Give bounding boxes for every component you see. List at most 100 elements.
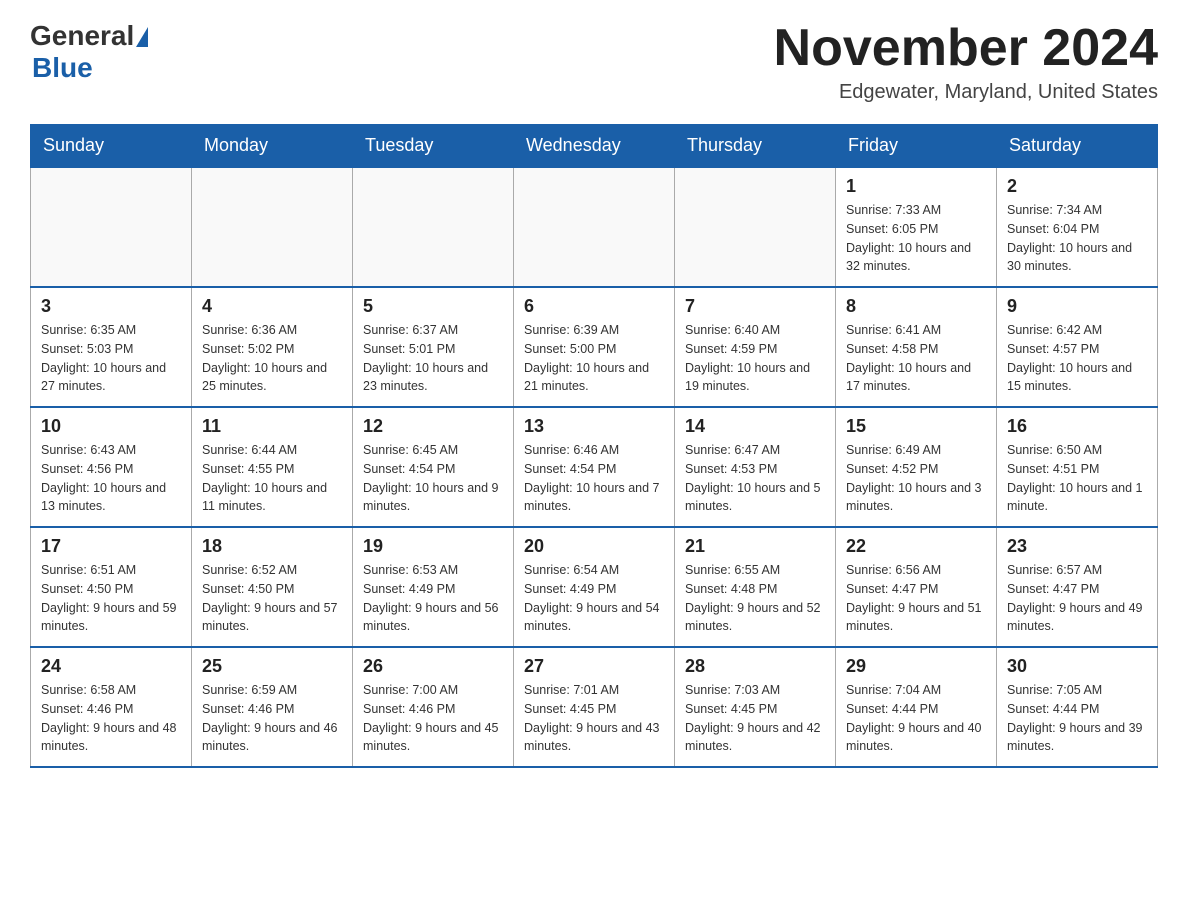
cell-info: Sunrise: 6:36 AMSunset: 5:02 PMDaylight:… [202,321,342,396]
calendar-cell: 8Sunrise: 6:41 AMSunset: 4:58 PMDaylight… [836,287,997,407]
cell-day-number: 23 [1007,536,1147,557]
cell-day-number: 7 [685,296,825,317]
calendar-cell: 6Sunrise: 6:39 AMSunset: 5:00 PMDaylight… [514,287,675,407]
calendar-cell [353,167,514,287]
cell-day-number: 13 [524,416,664,437]
cell-info: Sunrise: 6:57 AMSunset: 4:47 PMDaylight:… [1007,561,1147,636]
cell-info: Sunrise: 6:59 AMSunset: 4:46 PMDaylight:… [202,681,342,756]
cell-day-number: 26 [363,656,503,677]
cell-day-number: 15 [846,416,986,437]
cell-info: Sunrise: 7:34 AMSunset: 6:04 PMDaylight:… [1007,201,1147,276]
weekday-header-row: SundayMondayTuesdayWednesdayThursdayFrid… [31,125,1158,168]
weekday-header-tuesday: Tuesday [353,125,514,168]
cell-info: Sunrise: 6:47 AMSunset: 4:53 PMDaylight:… [685,441,825,516]
cell-day-number: 3 [41,296,181,317]
cell-info: Sunrise: 6:53 AMSunset: 4:49 PMDaylight:… [363,561,503,636]
weekday-header-monday: Monday [192,125,353,168]
cell-day-number: 22 [846,536,986,557]
calendar-cell: 2Sunrise: 7:34 AMSunset: 6:04 PMDaylight… [997,167,1158,287]
cell-info: Sunrise: 6:51 AMSunset: 4:50 PMDaylight:… [41,561,181,636]
calendar-cell: 3 Sunrise: 6:35 AMSunset: 5:03 PMDaylight… [31,287,192,407]
calendar-cell: 30Sunrise: 7:05 AMSunset: 4:44 PMDayligh… [997,647,1158,767]
cell-day-number: 24 [41,656,181,677]
location: Edgewater, Maryland, United States [774,81,1158,104]
weekday-header-wednesday: Wednesday [514,125,675,168]
cell-day-number: 16 [1007,416,1147,437]
cell-info: Sunrise: 6:49 AMSunset: 4:52 PMDaylight:… [846,441,986,516]
calendar-cell: 13 Sunrise: 6:46 AMSunset: 4:54 PMDayligh… [514,407,675,527]
calendar-cell: 17 Sunrise: 6:51 AMSunset: 4:50 PMDayligh… [31,527,192,647]
calendar-cell [31,167,192,287]
calendar-cell: 5 Sunrise: 6:37 AMSunset: 5:01 PMDaylight… [353,287,514,407]
cell-info: Sunrise: 6:45 AMSunset: 4:54 PMDaylight:… [363,441,503,516]
cell-day-number: 20 [524,536,664,557]
calendar-cell: 14 Sunrise: 6:47 AMSunset: 4:53 PMDayligh… [675,407,836,527]
cell-info: Sunrise: 6:46 AMSunset: 4:54 PMDaylight:… [524,441,664,516]
cell-day-number: 29 [846,656,986,677]
cell-day-number: 14 [685,416,825,437]
cell-day-number: 27 [524,656,664,677]
cell-info: Sunrise: 6:50 AMSunset: 4:51 PMDaylight:… [1007,441,1147,516]
weekday-header-saturday: Saturday [997,125,1158,168]
calendar-cell: 11 Sunrise: 6:44 AMSunset: 4:55 PMDayligh… [192,407,353,527]
cell-day-number: 5 [363,296,503,317]
calendar-cell: 12 Sunrise: 6:45 AMSunset: 4:54 PMDayligh… [353,407,514,527]
calendar-cell: 19 Sunrise: 6:53 AMSunset: 4:49 PMDayligh… [353,527,514,647]
calendar-cell: 1Sunrise: 7:33 AMSunset: 6:05 PMDaylight… [836,167,997,287]
weekday-header-friday: Friday [836,125,997,168]
calendar-cell: 22 Sunrise: 6:56 AMSunset: 4:47 PMDayligh… [836,527,997,647]
calendar-week-5: 24 Sunrise: 6:58 AMSunset: 4:46 PMDayligh… [31,647,1158,767]
cell-info: Sunrise: 6:56 AMSunset: 4:47 PMDaylight:… [846,561,986,636]
cell-info: Sunrise: 6:43 AMSunset: 4:56 PMDaylight:… [41,441,181,516]
calendar-cell: 29 Sunrise: 7:04 AMSunset: 4:44 PMDayligh… [836,647,997,767]
calendar-week-4: 17 Sunrise: 6:51 AMSunset: 4:50 PMDayligh… [31,527,1158,647]
logo: General Blue [30,20,148,84]
cell-day-number: 25 [202,656,342,677]
cell-day-number: 11 [202,416,342,437]
cell-day-number: 17 [41,536,181,557]
cell-day-number: 8 [846,296,986,317]
calendar-cell: 4 Sunrise: 6:36 AMSunset: 5:02 PMDaylight… [192,287,353,407]
cell-day-number: 4 [202,296,342,317]
calendar-cell [675,167,836,287]
cell-info: Sunrise: 7:01 AMSunset: 4:45 PMDaylight:… [524,681,664,756]
calendar-cell [192,167,353,287]
cell-day-number: 28 [685,656,825,677]
calendar-cell: 10 Sunrise: 6:43 AMSunset: 4:56 PMDayligh… [31,407,192,527]
cell-info: Sunrise: 7:04 AMSunset: 4:44 PMDaylight:… [846,681,986,756]
cell-info: Sunrise: 6:44 AMSunset: 4:55 PMDaylight:… [202,441,342,516]
cell-day-number: 21 [685,536,825,557]
month-title: November 2024 [774,20,1158,77]
cell-info: Sunrise: 6:35 AMSunset: 5:03 PMDaylight:… [41,321,181,396]
calendar-cell: 21 Sunrise: 6:55 AMSunset: 4:48 PMDayligh… [675,527,836,647]
cell-day-number: 6 [524,296,664,317]
calendar-cell: 27 Sunrise: 7:01 AMSunset: 4:45 PMDayligh… [514,647,675,767]
cell-info: Sunrise: 6:37 AMSunset: 5:01 PMDaylight:… [363,321,503,396]
calendar-cell: 18Sunrise: 6:52 AMSunset: 4:50 PMDayligh… [192,527,353,647]
calendar-body: 1Sunrise: 7:33 AMSunset: 6:05 PMDaylight… [31,167,1158,767]
cell-day-number: 1 [846,176,986,197]
title-area: November 2024 Edgewater, Maryland, Unite… [774,20,1158,104]
calendar-cell: 9Sunrise: 6:42 AMSunset: 4:57 PMDaylight… [997,287,1158,407]
cell-info: Sunrise: 7:03 AMSunset: 4:45 PMDaylight:… [685,681,825,756]
calendar-cell: 28 Sunrise: 7:03 AMSunset: 4:45 PMDayligh… [675,647,836,767]
cell-day-number: 10 [41,416,181,437]
calendar-cell: 24 Sunrise: 6:58 AMSunset: 4:46 PMDayligh… [31,647,192,767]
cell-day-number: 12 [363,416,503,437]
weekday-header-thursday: Thursday [675,125,836,168]
weekday-header-sunday: Sunday [31,125,192,168]
calendar: SundayMondayTuesdayWednesdayThursdayFrid… [30,124,1158,768]
cell-info: Sunrise: 6:52 AMSunset: 4:50 PMDaylight:… [202,561,342,636]
calendar-cell: 20Sunrise: 6:54 AMSunset: 4:49 PMDayligh… [514,527,675,647]
cell-info: Sunrise: 6:55 AMSunset: 4:48 PMDaylight:… [685,561,825,636]
cell-info: Sunrise: 7:00 AMSunset: 4:46 PMDaylight:… [363,681,503,756]
calendar-week-2: 3 Sunrise: 6:35 AMSunset: 5:03 PMDaylight… [31,287,1158,407]
calendar-cell: 7 Sunrise: 6:40 AMSunset: 4:59 PMDaylight… [675,287,836,407]
cell-info: Sunrise: 7:05 AMSunset: 4:44 PMDaylight:… [1007,681,1147,756]
cell-info: Sunrise: 6:40 AMSunset: 4:59 PMDaylight:… [685,321,825,396]
calendar-cell: 25 Sunrise: 6:59 AMSunset: 4:46 PMDayligh… [192,647,353,767]
cell-info: Sunrise: 6:42 AMSunset: 4:57 PMDaylight:… [1007,321,1147,396]
cell-info: Sunrise: 6:58 AMSunset: 4:46 PMDaylight:… [41,681,181,756]
cell-day-number: 19 [363,536,503,557]
calendar-week-1: 1Sunrise: 7:33 AMSunset: 6:05 PMDaylight… [31,167,1158,287]
